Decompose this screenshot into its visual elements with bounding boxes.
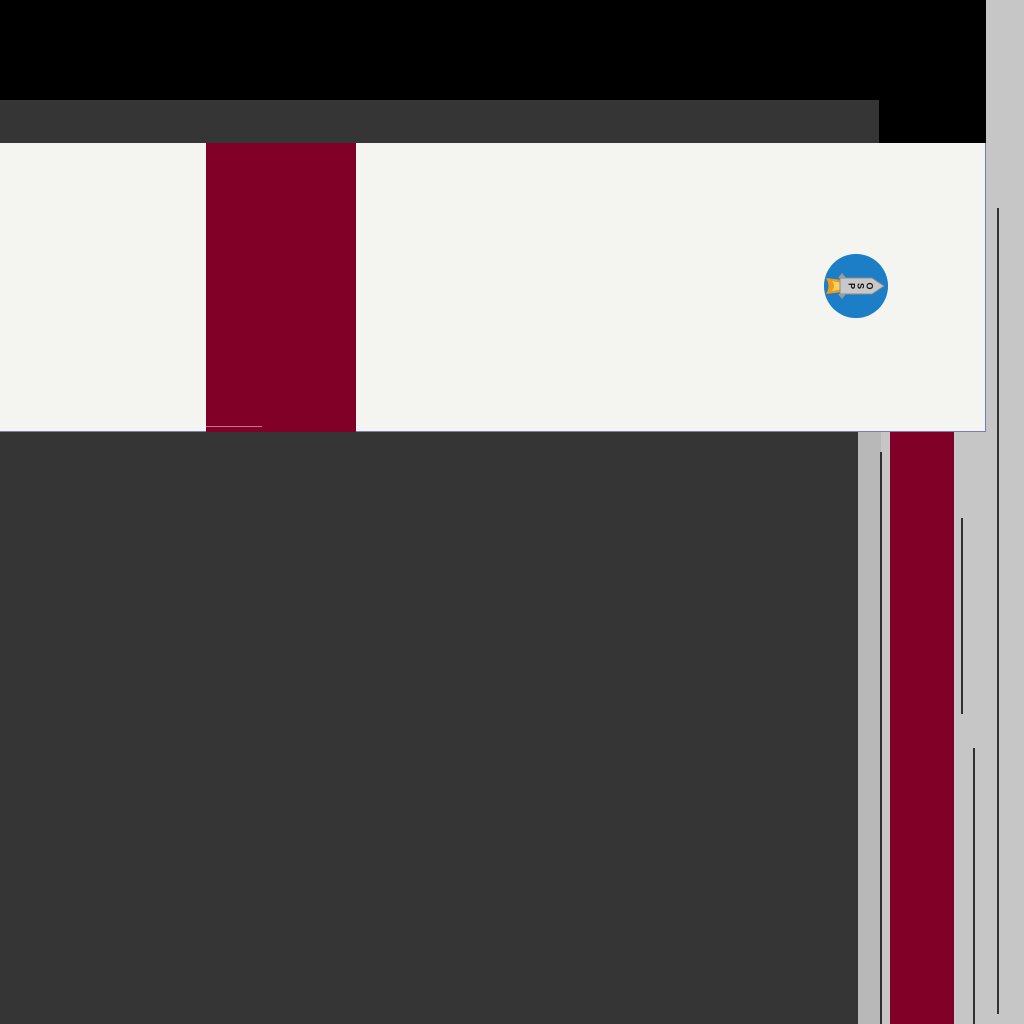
logo-letter-p: P xyxy=(847,283,857,289)
right-side-divider xyxy=(997,208,999,1014)
top-black-bar xyxy=(0,0,986,100)
lower-right-divider-2 xyxy=(961,518,963,714)
osp-rocket-logo-svg: P S O xyxy=(824,254,888,318)
osp-rocket-logo-icon: P S O xyxy=(824,254,888,318)
logo-letter-s: S xyxy=(856,283,866,289)
dark-toolbar xyxy=(0,100,879,143)
lower-right-divider-3 xyxy=(973,748,975,1024)
banner-mark xyxy=(206,426,262,427)
lower-right-panel-stripe xyxy=(858,432,881,1024)
screen: P S O xyxy=(0,0,1024,1024)
lower-right-divider-1 xyxy=(880,452,882,1024)
dark-main-area xyxy=(0,432,858,1024)
banner-maroon-band xyxy=(206,143,356,432)
logo-letter-o: O xyxy=(865,282,875,289)
lower-right-maroon-band xyxy=(890,432,954,1024)
right-side-panel xyxy=(986,0,1024,1024)
